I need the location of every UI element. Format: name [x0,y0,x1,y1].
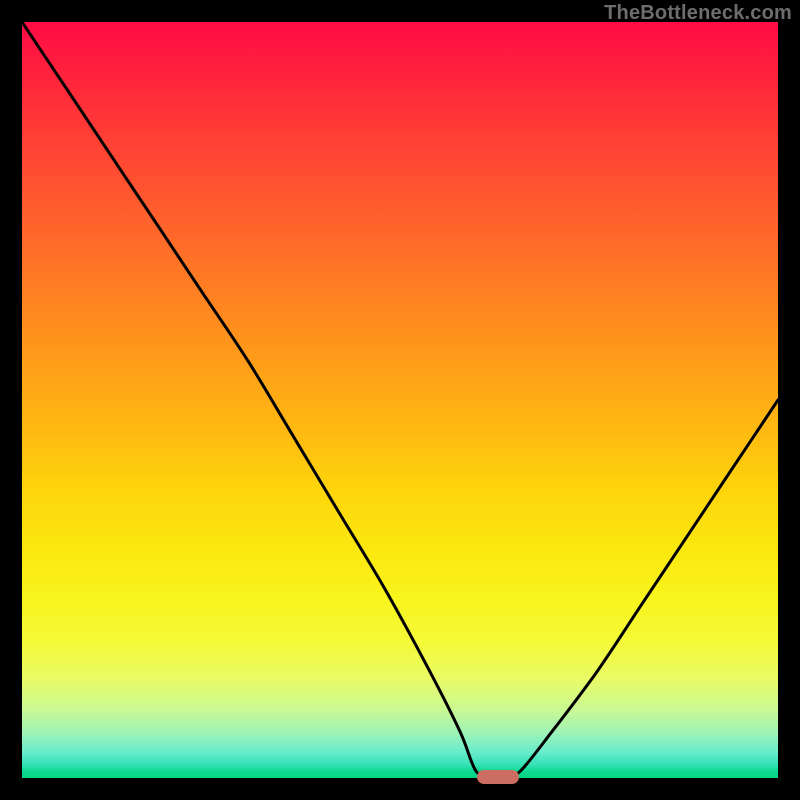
plot-area [22,22,778,778]
chart-frame: TheBottleneck.com [0,0,800,800]
optimal-marker [477,770,519,784]
bottleneck-curve [22,22,778,778]
watermark-text: TheBottleneck.com [604,2,792,25]
